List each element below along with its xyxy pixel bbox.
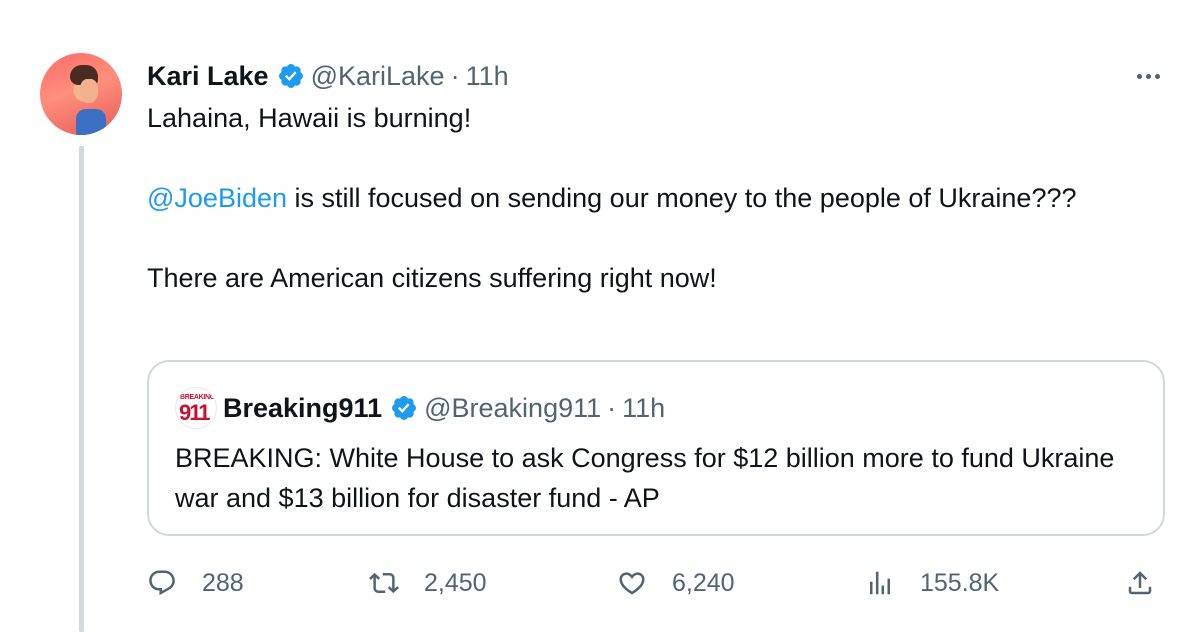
- header-separator: ·: [450, 60, 460, 91]
- views-count: 155.8K: [920, 568, 1000, 597]
- verified-badge-icon: [392, 396, 417, 420]
- quoted-tweet-card[interactable]: BREAKING 911 Breaking911 @Breaking911 · …: [147, 360, 1165, 536]
- share-button[interactable]: [1125, 565, 1180, 601]
- more-dot: [1154, 73, 1160, 79]
- thread-line: [79, 146, 84, 632]
- avatar-face: [80, 79, 98, 103]
- like-count: 6,240: [672, 568, 735, 597]
- avatar-shirt: [76, 109, 106, 135]
- like-icon: [619, 572, 645, 595]
- author-handle[interactable]: @KariLake: [311, 61, 445, 92]
- more-icon[interactable]: [1130, 62, 1166, 90]
- quoted-author-avatar[interactable]: BREAKING 911: [175, 387, 217, 429]
- quoted-tweet-text: BREAKING: White House to ask Congress fo…: [175, 443, 1115, 513]
- mention-link[interactable]: @JoeBiden: [147, 183, 287, 213]
- quoted-author-name[interactable]: Breaking911: [223, 393, 382, 424]
- tweet-line-2: @JoeBiden is still focused on sending ou…: [147, 178, 1157, 218]
- tweet-actions-bar: 288 2,450 6,240 155.8K: [147, 565, 1167, 601]
- views-icon: [870, 571, 890, 595]
- author-avatar[interactable]: [40, 53, 122, 135]
- retweet-button[interactable]: 2,450: [369, 565, 487, 601]
- like-button[interactable]: 6,240: [617, 565, 735, 601]
- more-dot: [1145, 73, 1151, 79]
- quoted-author-handle[interactable]: @Breaking911: [424, 393, 601, 424]
- quoted-avatar-big-text: 911: [179, 400, 210, 425]
- tweet-timestamp[interactable]: 11h: [466, 61, 509, 92]
- tweet-line-3: There are American citizens suffering ri…: [147, 263, 717, 293]
- share-icon: [1128, 571, 1152, 595]
- tweet-line-2-text: is still focused on sending our money to…: [287, 183, 1077, 213]
- views-button[interactable]: 155.8K: [865, 565, 999, 601]
- quoted-tweet-timestamp[interactable]: 11h: [622, 393, 665, 424]
- tweet-text: Lahaina, Hawaii is burning! @JoeBiden is…: [147, 98, 1157, 298]
- reply-button[interactable]: 288: [147, 565, 244, 601]
- retweet-count: 2,450: [424, 568, 487, 597]
- verified-badge-icon: [278, 64, 303, 88]
- tweet-line-1: Lahaina, Hawaii is burning!: [147, 103, 472, 133]
- retweet-icon: [369, 572, 399, 594]
- more-dot: [1136, 73, 1142, 79]
- author-name[interactable]: Kari Lake: [147, 61, 269, 92]
- quoted-header-separator: ·: [607, 392, 617, 423]
- tweet-header: Kari Lake @KariLake · 11h: [147, 56, 509, 96]
- reply-icon: [149, 570, 175, 596]
- reply-count: 288: [202, 568, 244, 597]
- quoted-tweet-header: BREAKING 911 Breaking911 @Breaking911 · …: [175, 387, 665, 429]
